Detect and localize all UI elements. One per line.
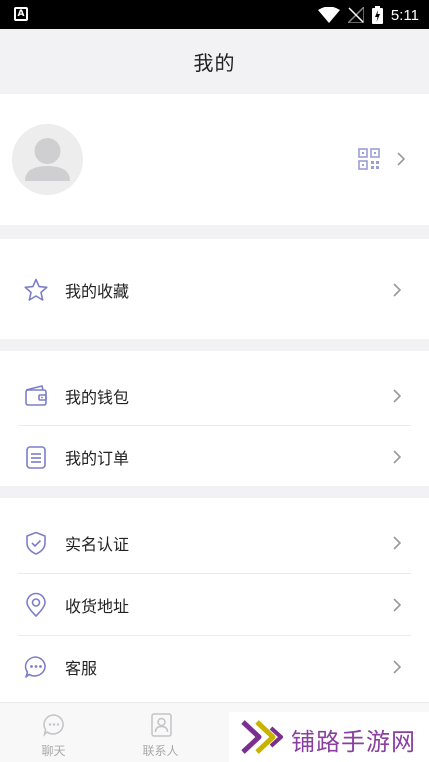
status-bar: A 5:11 <box>0 0 429 29</box>
header: 我的 <box>0 29 429 94</box>
finance-section: 我的钱包 我的订单 <box>0 351 429 486</box>
menu-item-service[interactable]: 客服 <box>0 636 429 697</box>
wallet-icon <box>25 384 47 406</box>
menu-item-label: 收货地址 <box>65 596 130 616</box>
chevron-right-icon <box>393 535 402 550</box>
qr-code-icon[interactable] <box>358 148 380 170</box>
menu-item-verification[interactable]: 实名认证 <box>0 512 429 573</box>
wifi-icon <box>317 7 340 23</box>
shield-check-icon <box>26 531 46 555</box>
tab-label: 聊天 <box>41 744 66 758</box>
account-section: 实名认证 收货地址 客服 <box>0 498 429 702</box>
status-icons: 5:11 <box>317 4 419 26</box>
menu-item-label: 我的收藏 <box>65 281 130 301</box>
menu-item-orders[interactable]: 我的订单 <box>0 426 429 487</box>
clock: 5:11 <box>390 6 419 24</box>
tab-label: 联系人 <box>142 744 179 758</box>
menu-item-address[interactable]: 收货地址 <box>0 574 429 635</box>
chevron-right-icon <box>393 597 402 612</box>
menu-item-label: 客服 <box>65 658 98 678</box>
menu-item-label: 实名认证 <box>65 534 130 554</box>
menu-item-favorites[interactable]: 我的收藏 <box>0 259 429 320</box>
menu-item-label: 我的订单 <box>65 448 130 468</box>
chevron-right-icon <box>393 282 402 297</box>
location-pin-icon <box>26 592 46 617</box>
watermark-logo-icon <box>241 720 283 754</box>
avatar[interactable] <box>12 124 83 195</box>
order-list-icon <box>26 445 46 469</box>
chevron-right-icon <box>393 659 402 674</box>
watermark-text: 铺路手游网 <box>291 728 416 756</box>
page-title: 我的 <box>193 51 236 75</box>
favorites-section: 我的收藏 <box>0 239 429 339</box>
tab-contacts[interactable]: 联系人 <box>107 703 214 762</box>
menu-item-wallet[interactable]: 我的钱包 <box>0 365 429 426</box>
chevron-right-icon <box>393 388 402 403</box>
star-icon <box>24 278 48 301</box>
menu-item-label: 我的钱包 <box>65 387 130 407</box>
battery-charging-icon <box>371 6 383 24</box>
chat-icon <box>42 714 64 737</box>
contacts-icon <box>150 713 172 737</box>
chevron-right-icon <box>397 152 406 166</box>
watermark: 铺路手游网 <box>229 712 429 762</box>
chevron-right-icon <box>393 449 402 464</box>
avatar-placeholder-icon <box>25 138 70 181</box>
no-signal-icon <box>347 7 364 23</box>
tab-chat[interactable]: 聊天 <box>0 703 107 762</box>
chat-bubble-icon <box>24 655 46 678</box>
app-notification-icon: A <box>14 7 28 21</box>
